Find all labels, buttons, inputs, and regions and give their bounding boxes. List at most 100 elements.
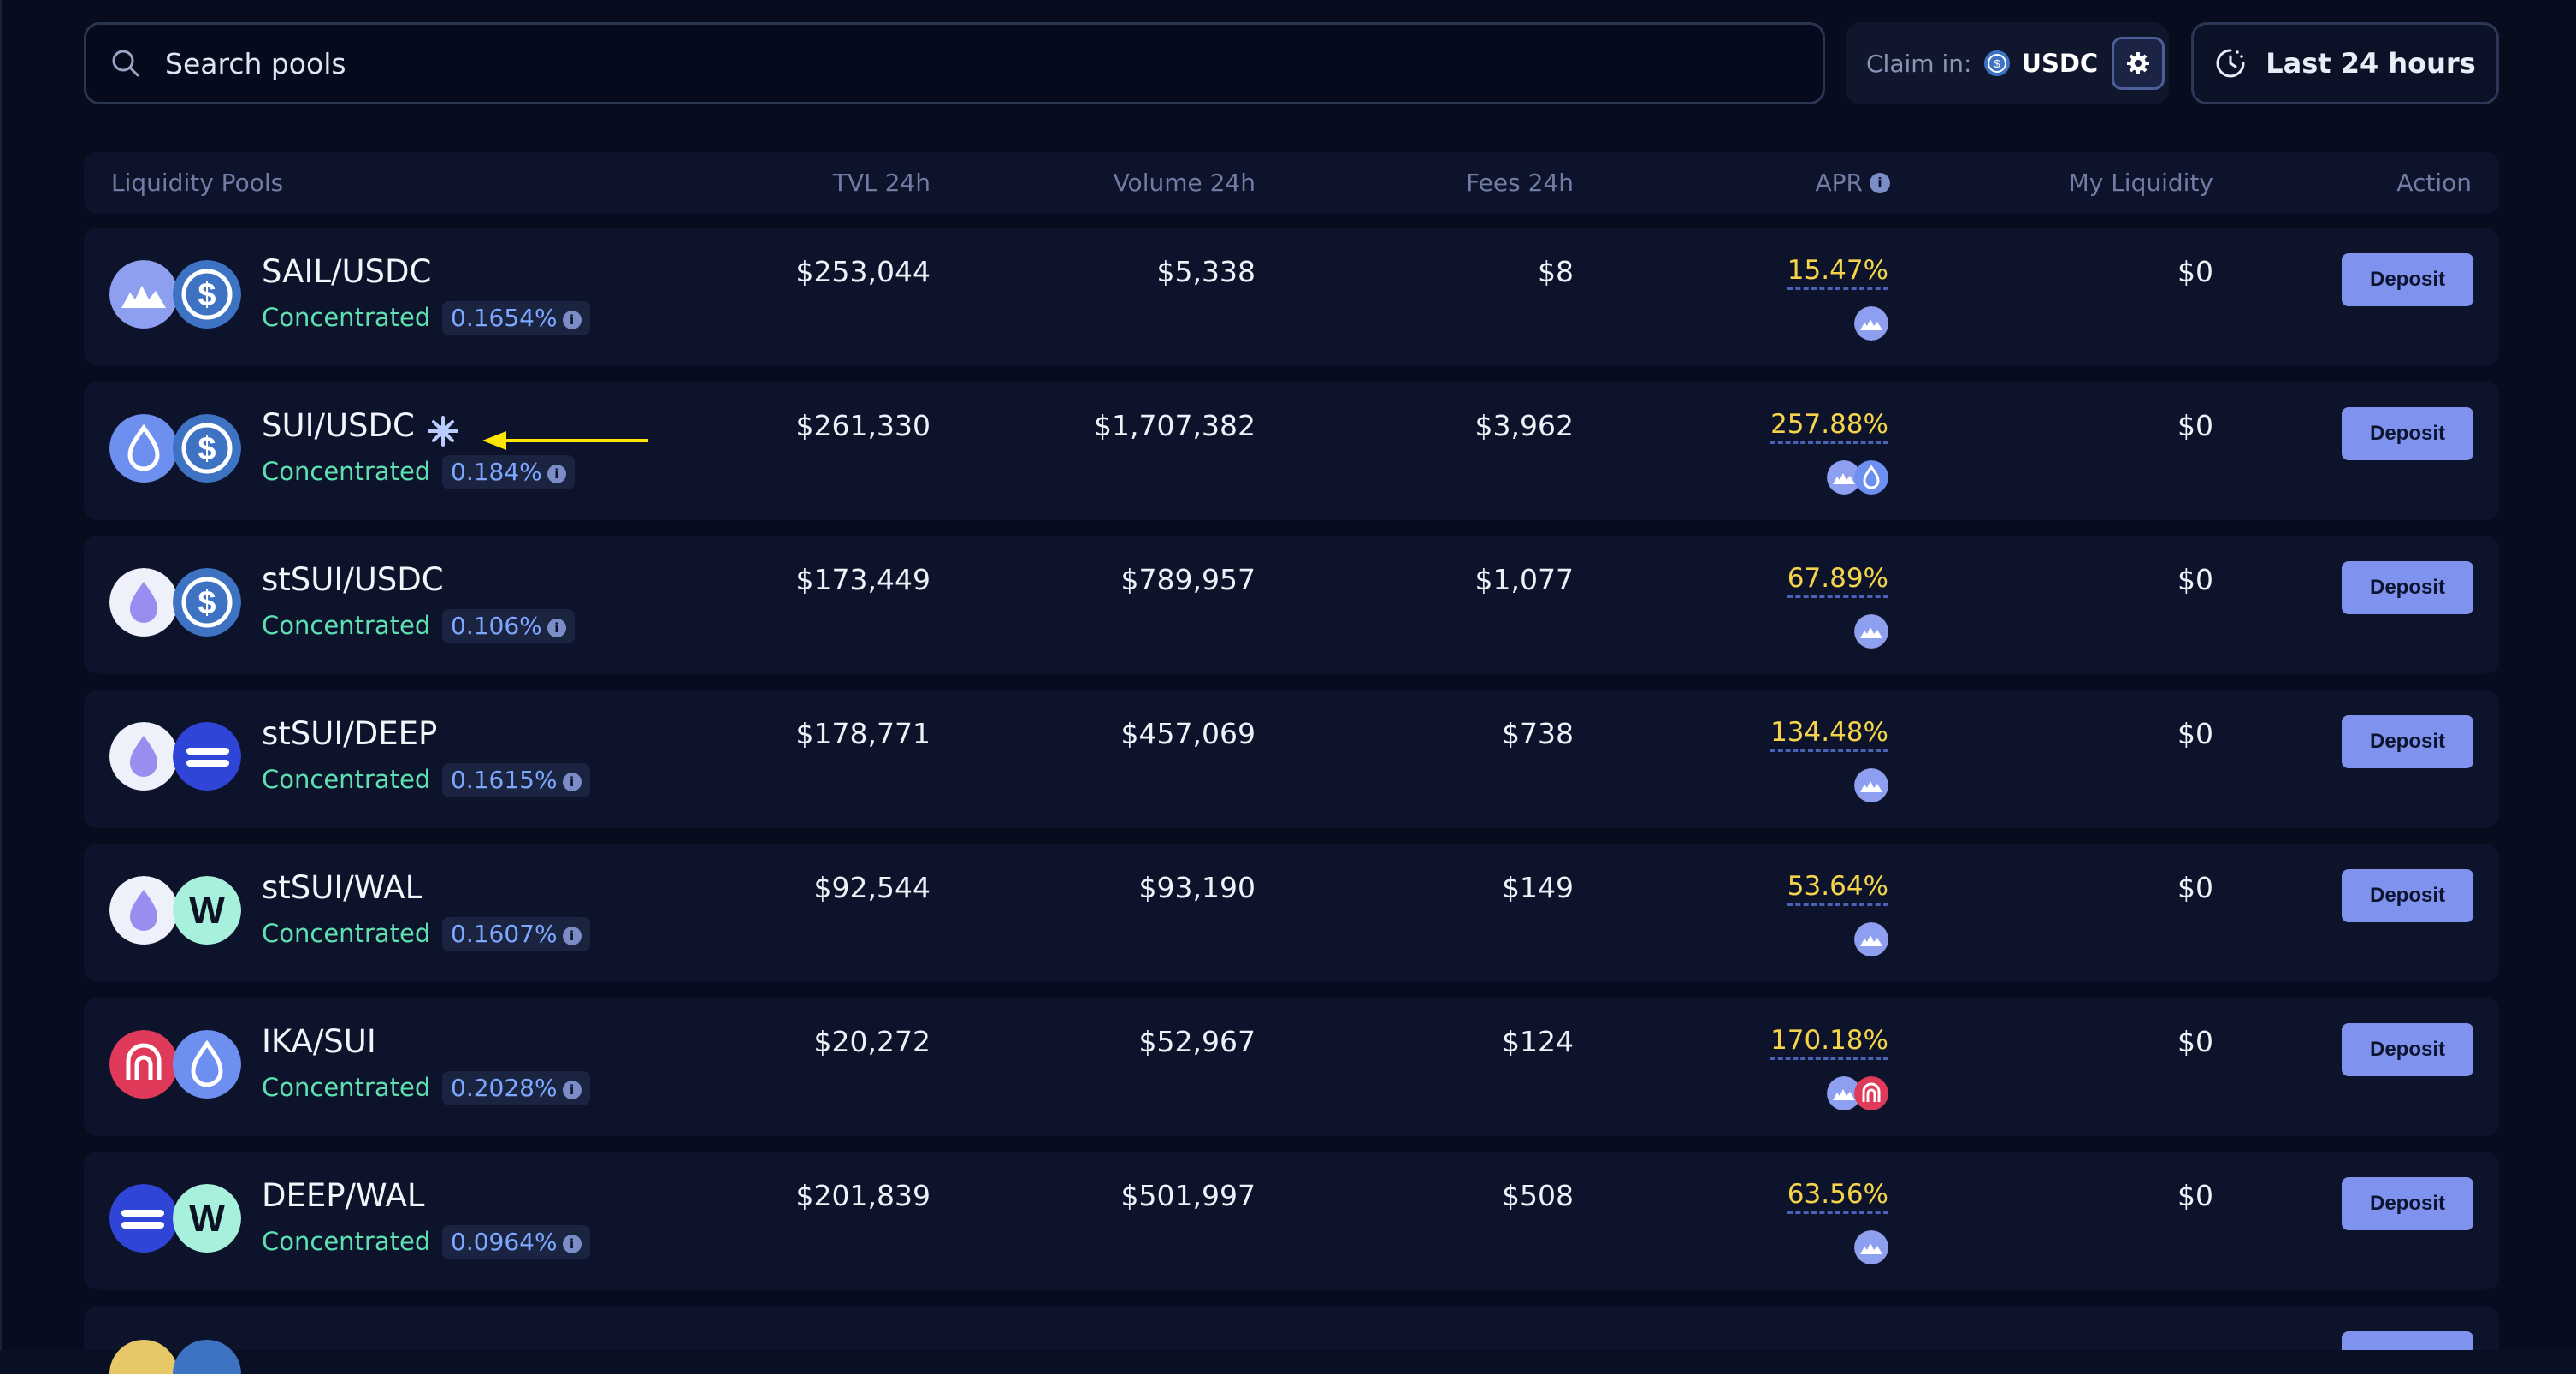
pool-pair[interactable]: IKA/SUI [262, 1023, 376, 1060]
fee-value: 0.1607% [451, 920, 558, 948]
clock-icon [2216, 49, 2245, 78]
fee-badge[interactable]: 0.1607% i [442, 917, 590, 951]
pool-pair[interactable]: stSUI/USDC [262, 561, 444, 598]
pair-avatars [109, 1030, 246, 1102]
deposit-button[interactable]: Deposit [2342, 869, 2473, 922]
table-row[interactable]: IKA/SUI Concentrated 0.2028% i $20,272 $5… [84, 998, 2499, 1136]
table-row[interactable]: $ stSUI/USDC Concentrated 0.106% i $173,4… [84, 536, 2499, 674]
pool-pair[interactable]: SUI/USDC [262, 407, 415, 444]
deposit-button[interactable]: Deposit [2342, 407, 2473, 460]
deposit-button[interactable]: Deposit [2342, 715, 2473, 768]
apr-value[interactable]: 15.47% [1787, 255, 1888, 290]
fee-badge[interactable]: 0.1654% i [442, 301, 590, 335]
sail-icon [1854, 1230, 1888, 1264]
svg-text:$: $ [198, 277, 216, 313]
volume-value: $1,707,382 [1094, 409, 1256, 442]
apr-value[interactable]: 63.56% [1787, 1179, 1888, 1214]
deposit-button[interactable]: Deposit [2342, 1177, 2473, 1230]
col-fees[interactable]: Fees 24h [1291, 152, 1574, 214]
fees-value: $3,962 [1474, 409, 1574, 442]
pool-pair[interactable]: SAIL/USDC [262, 253, 431, 290]
fee-value: 0.1615% [451, 766, 558, 794]
fee-value: 0.184% [451, 458, 542, 486]
table-row[interactable]: W stSUI/WAL Concentrated 0.1607% i $92,54… [84, 844, 2499, 982]
pair-avatars: W [109, 1184, 246, 1256]
fees-value: $508 [1502, 1179, 1574, 1212]
pool-type: Concentrated [262, 457, 431, 486]
my-liquidity-value: $0 [2177, 563, 2213, 596]
volume-value: $501,997 [1120, 1179, 1256, 1212]
tvl-value: $261,330 [795, 409, 931, 442]
search-input[interactable]: Search pools [165, 47, 346, 80]
info-icon: i [562, 927, 582, 945]
usdc-icon: $ [173, 260, 241, 329]
info-icon: i [547, 465, 566, 483]
table-row[interactable]: $ SAIL/USDC Concentrated 0.1654% i $253,0… [84, 228, 2499, 366]
my-liquidity-value: $0 [2177, 1179, 2213, 1212]
apr-value[interactable]: 170.18% [1770, 1025, 1888, 1060]
col-volume[interactable]: Volume 24h [973, 152, 1256, 214]
pair-avatars [109, 722, 246, 794]
table-row[interactable] [84, 1306, 2499, 1374]
time-range-label: Last 24 hours [2266, 47, 2476, 80]
pair-avatars: $ [109, 414, 246, 486]
reward-icons [1786, 1230, 1888, 1264]
col-tvl[interactable]: TVL 24h [648, 152, 931, 214]
fee-badge[interactable]: 0.0964% i [442, 1225, 590, 1259]
sail-icon [1854, 614, 1888, 649]
annotation-arrow [482, 431, 648, 450]
pair-avatars: $ [109, 260, 246, 332]
svg-text:W: W [189, 1198, 225, 1240]
gear-icon [2127, 52, 2150, 74]
fee-badge[interactable]: 0.106% i [442, 609, 575, 643]
deposit-button[interactable]: Deposit [2342, 253, 2473, 306]
info-icon[interactable]: i [1870, 173, 1890, 193]
tvl-value: $178,771 [795, 717, 931, 750]
claim-selector[interactable]: Claim in: $ USDC [1846, 22, 2169, 104]
apr-value[interactable]: 134.48% [1770, 717, 1888, 752]
tvl-value: $173,449 [795, 563, 931, 596]
col-my-liquidity[interactable]: My Liquidity [1991, 152, 2213, 214]
sui-icon [1854, 460, 1888, 495]
wal-icon: W [173, 1184, 241, 1253]
sail-icon [109, 260, 178, 329]
claim-settings-button[interactable] [2112, 37, 2165, 90]
deep-icon [109, 1184, 178, 1253]
deposit-button[interactable]: Deposit [2342, 1023, 2473, 1076]
pool-pair[interactable]: stSUI/DEEP [262, 715, 437, 752]
table-row[interactable]: $ SUI/USDC Concentrated 0.184% i $261,330… [84, 382, 2499, 520]
search-bar[interactable]: Search pools [84, 22, 1825, 104]
deposit-button[interactable]: Deposit [2342, 561, 2473, 614]
pool-pair[interactable]: DEEP/WAL [262, 1177, 425, 1214]
usdc-icon: $ [1984, 50, 2011, 76]
table-row[interactable]: stSUI/DEEP Concentrated 0.1615% i $178,77… [84, 690, 2499, 828]
fee-badge[interactable]: 0.2028% i [442, 1071, 590, 1105]
fee-badge[interactable]: 0.184% i [442, 455, 575, 489]
sui-icon [173, 1030, 241, 1099]
claim-token: USDC [2021, 49, 2099, 78]
table-row[interactable]: W DEEP/WAL Concentrated 0.0964% i $201,83… [84, 1152, 2499, 1290]
apr-value[interactable]: 53.64% [1787, 871, 1888, 906]
pool-type: Concentrated [262, 919, 431, 948]
fee-value: 0.0964% [451, 1228, 558, 1256]
apr-value[interactable]: 257.88% [1770, 409, 1888, 444]
fees-value: $149 [1502, 871, 1574, 904]
col-liquidity-pools[interactable]: Liquidity Pools [111, 152, 283, 214]
fee-badge[interactable]: 0.1615% i [442, 763, 590, 797]
fee-value: 0.1654% [451, 304, 558, 332]
svg-text:$: $ [1994, 57, 2001, 70]
pool-pair[interactable]: stSUI/WAL [262, 869, 422, 906]
pair-avatars: W [109, 876, 246, 948]
reward-icons [1786, 614, 1888, 649]
time-range-button[interactable]: Last 24 hours [2191, 22, 2499, 104]
fees-value: $124 [1502, 1025, 1574, 1058]
reward-icons [1786, 922, 1888, 956]
my-liquidity-value: $0 [2177, 1025, 2213, 1058]
fees-value: $1,077 [1474, 563, 1574, 596]
pair-avatars: $ [109, 568, 246, 640]
pool-type: Concentrated [262, 1227, 431, 1256]
info-icon: i [562, 311, 582, 329]
col-apr[interactable]: APR [1623, 152, 1864, 214]
apr-value[interactable]: 67.89% [1787, 563, 1888, 598]
deposit-button[interactable] [2342, 1331, 2473, 1350]
